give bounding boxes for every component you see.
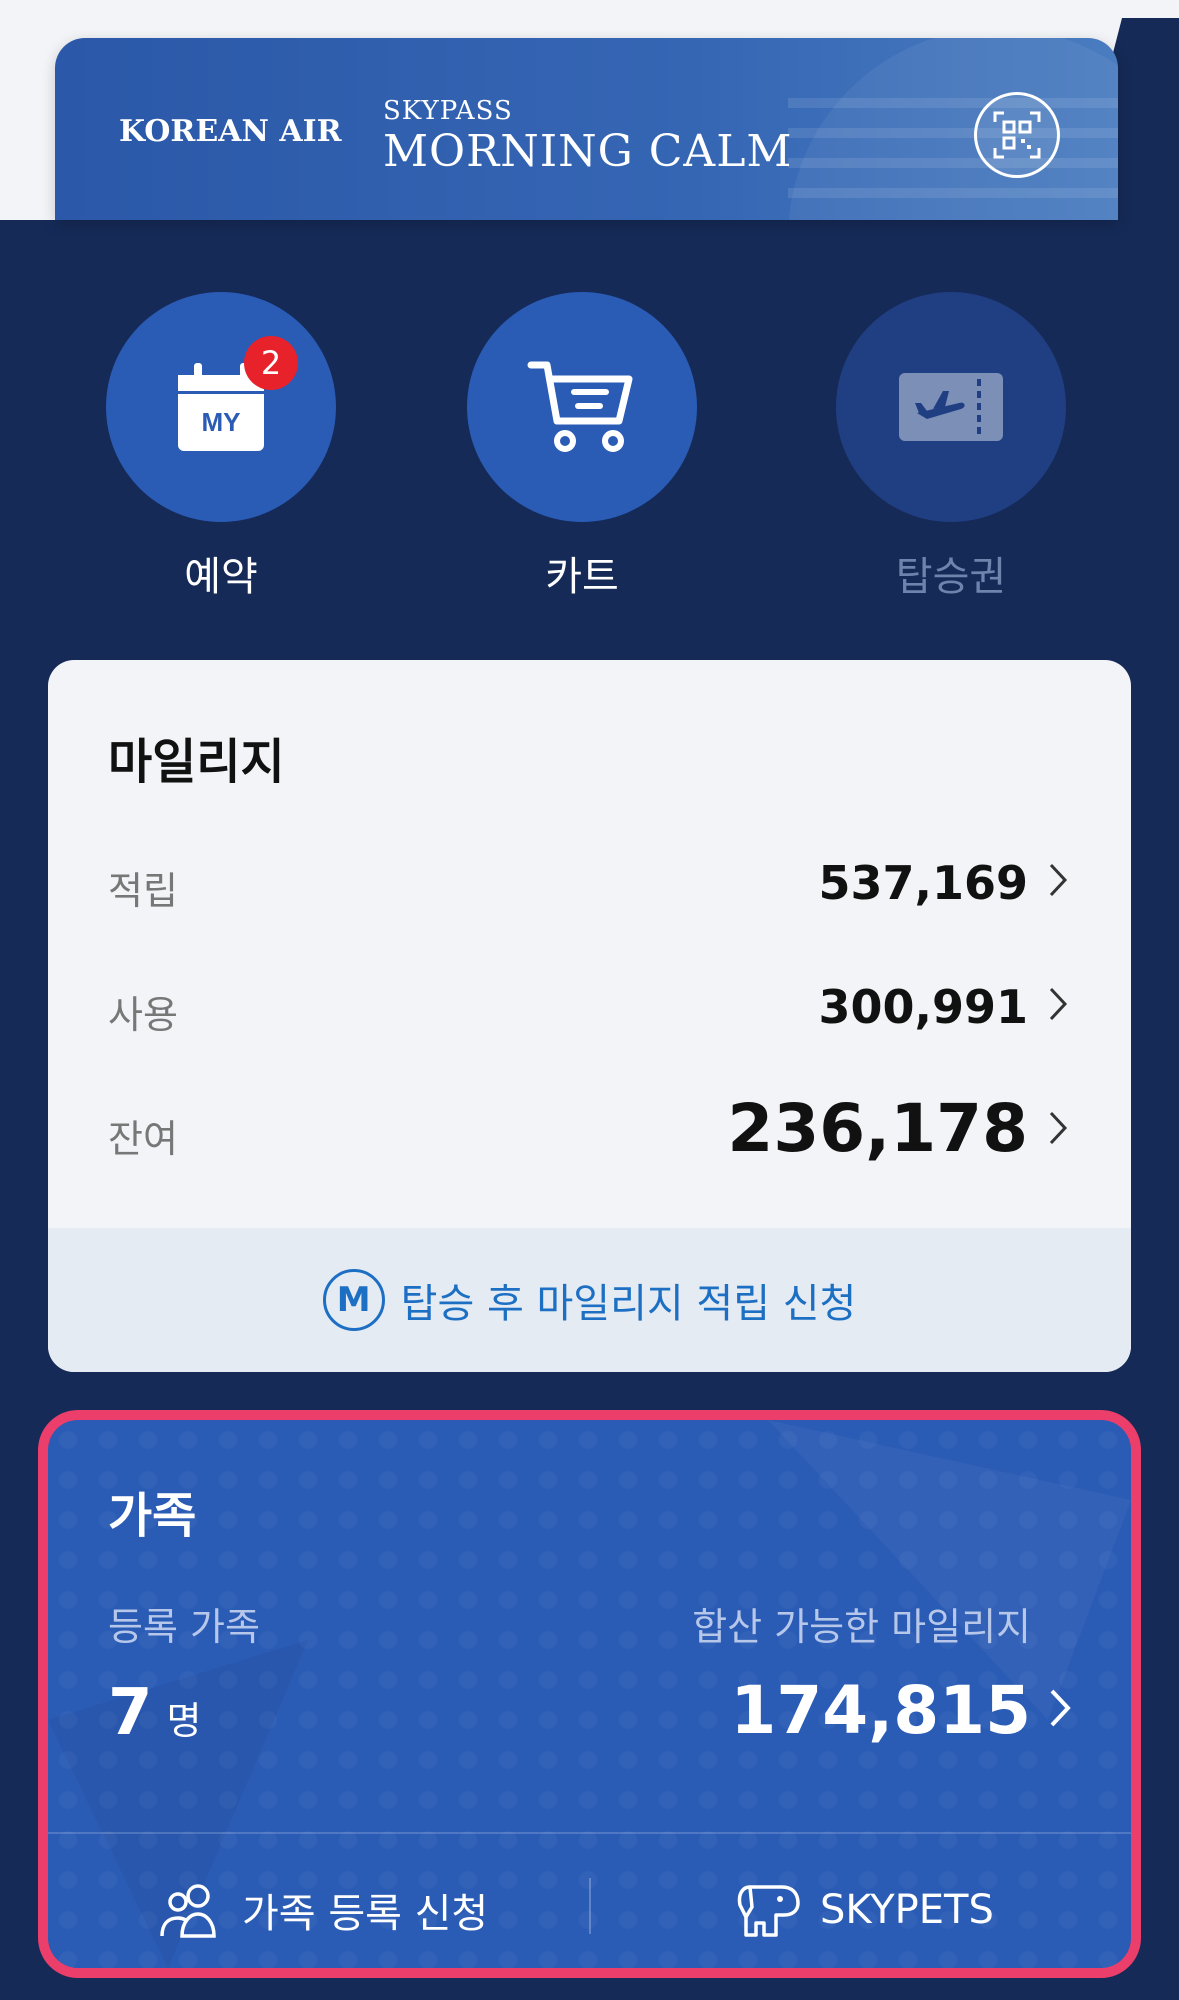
mileage-row-balance[interactable]: 잔여 236,178 [108, 1090, 1068, 1176]
calendar-my-text: MY [202, 407, 241, 437]
boarding-pass-label: 탑승권 [895, 554, 1007, 600]
chevron-right-icon [1049, 863, 1068, 897]
quick-action-reservation[interactable]: MY 2 예약 [106, 292, 336, 602]
cart-label: 카트 [545, 554, 619, 600]
qr-code-button[interactable] [974, 92, 1060, 178]
reservation-count-badge: 2 [244, 336, 298, 390]
registered-family-label: 등록 가족 [108, 1605, 260, 1649]
membership-tier: MORNING CALM [383, 126, 793, 177]
chevron-right-icon [1049, 1111, 1068, 1145]
korean-air-logo: KOREAN AIR [119, 114, 342, 149]
chevron-right-icon[interactable] [1049, 1688, 1071, 1728]
cart-icon [527, 361, 633, 452]
mileage-balance-value: 236,178 [727, 1090, 1028, 1167]
reservation-circle: MY 2 [106, 292, 336, 522]
mileage-card: 마일리지 적립 537,169 사용 300,991 잔여 236,178 M … [48, 660, 1131, 1372]
quick-action-cart[interactable]: 카트 [467, 292, 697, 602]
mileage-row-used[interactable]: 사용 300,991 [108, 972, 1068, 1042]
combinable-mileage-label: 합산 가능한 마일리지 [692, 1605, 1031, 1649]
skypets-button[interactable]: SKYPETS [736, 1852, 994, 1968]
family-title: 가족 [108, 1488, 197, 1544]
mileage-earned-value: 537,169 [818, 856, 1028, 910]
dog-icon [737, 1885, 800, 1937]
family-register-button[interactable]: 가족 등록 신청 [160, 1852, 488, 1968]
cart-circle [467, 292, 697, 522]
family-register-label: 가족 등록 신청 [242, 1891, 489, 1937]
mileage-title: 마일리지 [108, 734, 285, 790]
chevron-right-icon [1049, 987, 1068, 1021]
mileage-claim-link[interactable]: M 탑승 후 마일리지 적립 신청 [48, 1228, 1131, 1372]
mileage-claim-label: 탑승 후 마일리지 적립 신청 [400, 1281, 857, 1327]
mileage-balance-label: 잔여 [108, 1117, 178, 1161]
family-users-icon [160, 1884, 216, 1938]
registered-family-count: 7명 [108, 1676, 202, 1750]
mileage-earned-label: 적립 [108, 869, 178, 913]
family-divider [48, 1832, 1131, 1834]
skypass-label: SKYPASS [383, 96, 513, 126]
mileage-row-earned[interactable]: 적립 537,169 [108, 848, 1068, 918]
boarding-pass-icon [899, 373, 1003, 441]
mileage-used-label: 사용 [108, 993, 178, 1037]
boarding-pass-circle [836, 292, 1066, 522]
qr-code-icon [993, 111, 1041, 159]
combinable-mileage-value[interactable]: 174,815 [730, 1672, 1031, 1749]
korean-air-wordmark: KOREAN AIR [119, 114, 342, 149]
skypets-label: SKYPETS [820, 1887, 994, 1933]
mileage-used-value: 300,991 [818, 980, 1028, 1034]
family-card: 가족 등록 가족 합산 가능한 마일리지 7명 174,815 가족 등록 신청… [48, 1420, 1131, 1968]
family-count-number: 7 [108, 1676, 153, 1750]
reservation-label: 예약 [184, 554, 258, 600]
membership-card[interactable]: KOREAN AIR SKYPASS MORNING CALM [55, 38, 1118, 220]
mileage-m-icon: M [322, 1269, 385, 1331]
family-action-divider [589, 1878, 591, 1934]
family-count-unit: 명 [166, 1699, 202, 1743]
quick-action-boarding-pass[interactable]: 탑승권 [836, 292, 1066, 602]
